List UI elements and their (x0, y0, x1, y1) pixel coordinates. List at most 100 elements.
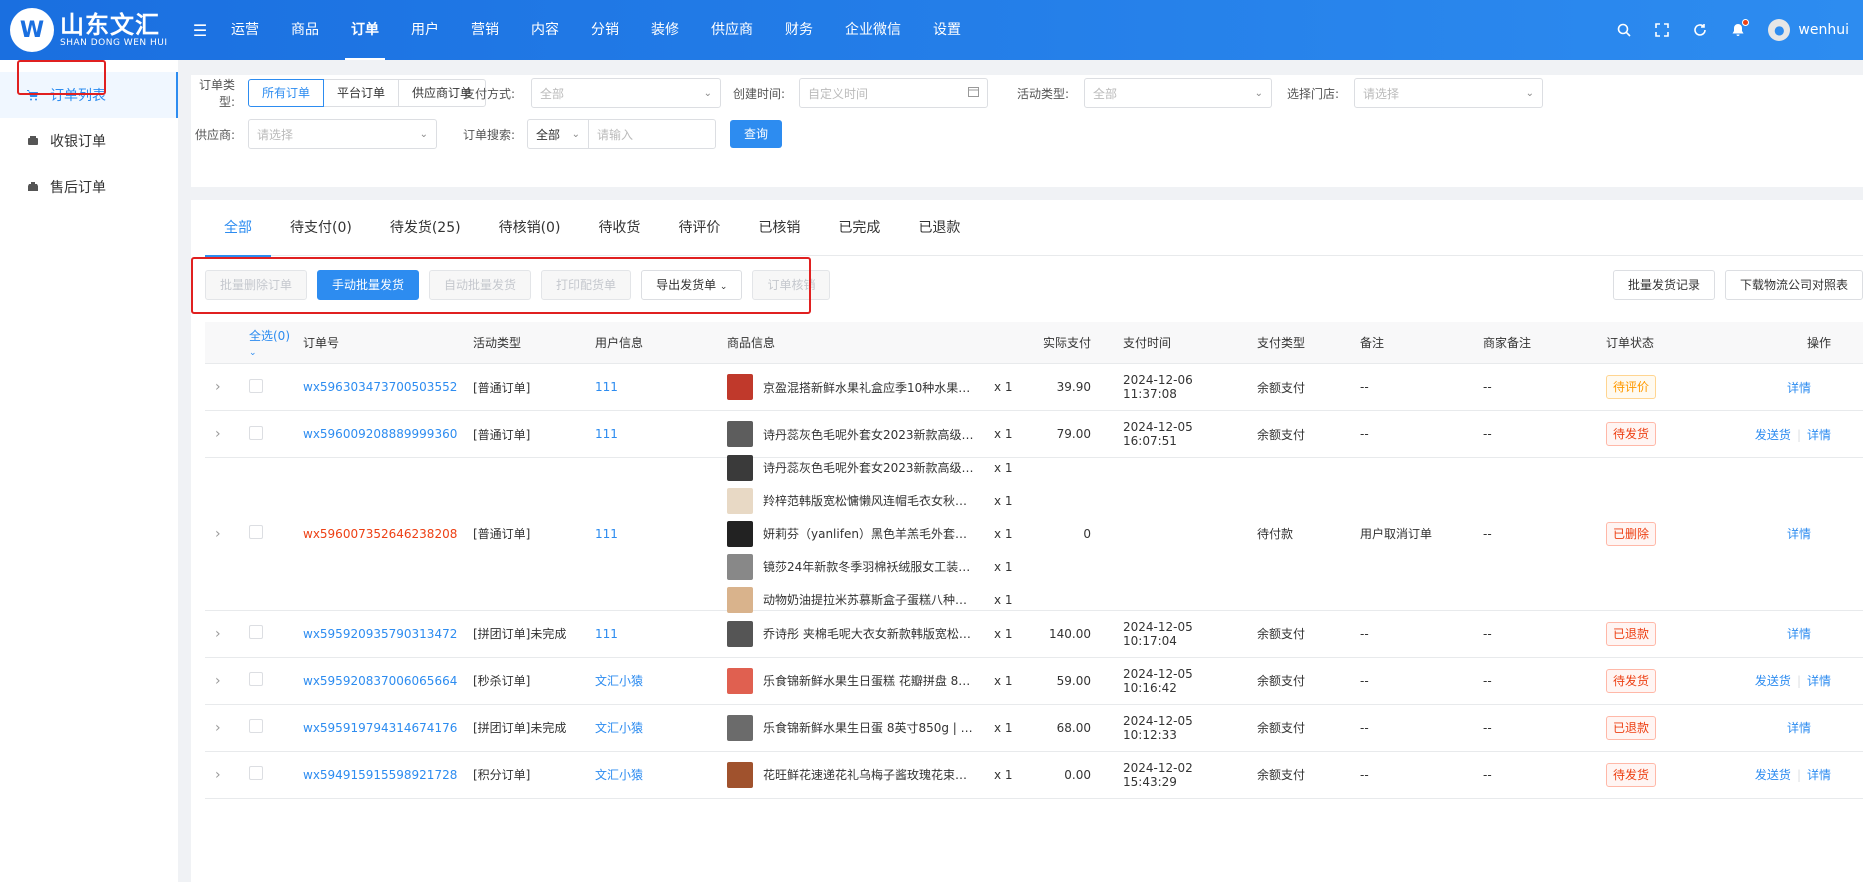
pay-method-value: 全部 (540, 86, 565, 101)
print-picklist-button[interactable]: 打印配货单 (541, 270, 632, 300)
supplier-select[interactable]: 请选择 ⌄ (248, 119, 437, 149)
top-bar: W 山东文汇 SHAN DONG WEN HUI ☰ 运营 商品 订单 用户 营销 内容分… (0, 0, 1863, 60)
export-ship-list-button[interactable]: 导出发货单 ⌄ (641, 270, 743, 300)
table-row: › wx595920935790313472 [拼团订单]未完成 111 乔诗彤… (205, 611, 1863, 658)
user-link[interactable]: 111 (595, 380, 618, 394)
user-menu[interactable]: ● wenhui (1768, 19, 1849, 41)
order-type-platform[interactable]: 平台订单 (323, 79, 400, 107)
expand-icon[interactable]: › (205, 426, 229, 442)
ship-link[interactable]: 发送货 (1755, 428, 1791, 442)
batch-delete-button[interactable]: 批量删除订单 (205, 270, 308, 300)
order-no-link[interactable]: wx595920837006065664 (303, 674, 457, 688)
batch-ship-records-button[interactable]: 批量发货记录 (1612, 270, 1715, 300)
sidebar-item-aftersale-orders[interactable]: 售后订单 (0, 164, 178, 210)
paid-amount: 39.90 (1056, 380, 1091, 394)
detail-link[interactable]: 详情 (1807, 428, 1831, 442)
create-time-picker[interactable]: 自定义时间 (799, 78, 989, 108)
pay-time: 2024-12-05 10:16:42 (1123, 666, 1193, 695)
manual-batch-ship-button[interactable]: 手动批量发货 (317, 270, 420, 300)
order-no-link[interactable]: wx595920935790313472 (303, 627, 457, 641)
ship-link[interactable]: 发送货 (1755, 674, 1791, 688)
search-scope-select[interactable]: 全部 ⌄ (527, 119, 590, 149)
order-no-link[interactable]: wx596007352646238208 (303, 527, 457, 541)
detail-link[interactable]: 详情 (1787, 721, 1811, 735)
goods-item: 妍莉芬（yanlifen）黑色羊羔毛外套女20... x 1 (727, 520, 1019, 547)
detail-link[interactable]: 详情 (1807, 674, 1831, 688)
tab[interactable]: 待支付(0) (271, 200, 371, 256)
goods-name: 镜莎24年新款冬季羽棉袄绒服女工装派... (763, 560, 978, 575)
user-link[interactable]: 文汇小猿 (595, 721, 643, 735)
tab[interactable]: 已退款 (899, 200, 979, 256)
row-checkbox[interactable] (229, 425, 299, 443)
logo[interactable]: W 山东文汇 SHAN DONG WEN HUI (0, 0, 180, 60)
user-link[interactable]: 111 (595, 527, 618, 541)
download-logistics-button[interactable]: 下载物流公司对照表 (1724, 270, 1863, 300)
refresh-icon[interactable] (1692, 22, 1708, 38)
detail-link[interactable]: 详情 (1787, 527, 1811, 541)
tab[interactable]: 已核销 (739, 200, 819, 256)
expand-icon[interactable]: › (205, 526, 229, 542)
activity-type-select[interactable]: 全部 ⌄ (1084, 78, 1273, 108)
search-icon[interactable] (1616, 22, 1632, 38)
expand-icon[interactable]: › (205, 626, 229, 642)
detail-link[interactable]: 详情 (1787, 627, 1811, 641)
row-checkbox[interactable] (229, 525, 299, 542)
expand-icon[interactable]: › (205, 767, 229, 783)
order-verify-button[interactable]: 订单核销 (752, 270, 831, 300)
order-no-link[interactable]: wx596303473700503552 (303, 380, 457, 394)
select-all[interactable]: 全选(0) ⌄ (229, 327, 299, 358)
calendar-icon (968, 86, 980, 100)
nav-item[interactable]: 装修 (635, 0, 695, 60)
expand-icon[interactable]: › (205, 673, 229, 689)
nav-item[interactable]: 商品 (275, 0, 335, 60)
fullscreen-icon[interactable] (1654, 22, 1670, 38)
row-checkbox[interactable] (229, 766, 299, 783)
nav-item[interactable]: 营销 (455, 0, 515, 60)
nav-item[interactable]: 内容 (515, 0, 575, 60)
tab[interactable]: 待评价 (659, 200, 739, 256)
sidebar-item-cashier-orders[interactable]: 收银订单 (0, 118, 178, 164)
query-button[interactable]: 查询 (730, 120, 783, 148)
order-no-link[interactable]: wx594915915598921728 (303, 768, 457, 782)
detail-link[interactable]: 详情 (1807, 768, 1831, 782)
tab[interactable]: 全部 (205, 200, 271, 257)
nav-item[interactable]: 运营 (215, 0, 275, 60)
nav-item[interactable]: 财务 (769, 0, 829, 60)
nav-item[interactable]: 分销 (575, 0, 635, 60)
bell-icon[interactable] (1730, 19, 1750, 38)
nav-item[interactable]: 供应商 (695, 0, 769, 60)
tab[interactable]: 待核销(0) (480, 200, 580, 256)
goods-thumbnail (727, 553, 753, 580)
store-select[interactable]: 请选择 ⌄ (1354, 78, 1544, 108)
row-checkbox[interactable] (229, 672, 299, 689)
nav-item[interactable]: 设置 (917, 0, 977, 60)
user-link[interactable]: 文汇小猿 (595, 674, 643, 688)
goods-qty: x 1 (994, 526, 1013, 541)
pay-type: 余额支付 (1257, 721, 1306, 735)
auto-batch-ship-button[interactable]: 自动批量发货 (429, 270, 532, 300)
order-type-all[interactable]: 所有订单 (248, 79, 325, 107)
ship-link[interactable]: 发送货 (1755, 768, 1791, 782)
sidebar-item-label: 收银订单 (50, 134, 106, 150)
tab[interactable]: 已完成 (819, 200, 899, 256)
sidebar-item-order-list[interactable]: 订单列表 (0, 72, 178, 118)
tab[interactable]: 待发货(25) (371, 200, 480, 256)
order-search-input[interactable]: 请输入 (588, 119, 717, 149)
user-link[interactable]: 文汇小猿 (595, 768, 643, 782)
user-link[interactable]: 111 (595, 427, 618, 441)
pay-method-select[interactable]: 全部 ⌄ (531, 78, 722, 108)
row-checkbox[interactable] (229, 625, 299, 642)
nav-item[interactable]: 订单 (335, 0, 395, 60)
menu-toggle-icon[interactable]: ☰ (185, 21, 215, 40)
order-no-link[interactable]: wx596009208889999360 (303, 427, 457, 441)
expand-icon[interactable]: › (205, 379, 229, 395)
nav-item[interactable]: 企业微信 (829, 0, 917, 60)
user-link[interactable]: 111 (595, 627, 618, 641)
row-checkbox[interactable] (229, 719, 299, 736)
expand-icon[interactable]: › (205, 720, 229, 736)
order-no-link[interactable]: wx595919794314674176 (303, 721, 457, 735)
nav-item[interactable]: 用户 (395, 0, 455, 60)
detail-link[interactable]: 详情 (1787, 381, 1811, 395)
row-checkbox[interactable] (229, 378, 299, 396)
tab[interactable]: 待收货 (579, 200, 659, 256)
